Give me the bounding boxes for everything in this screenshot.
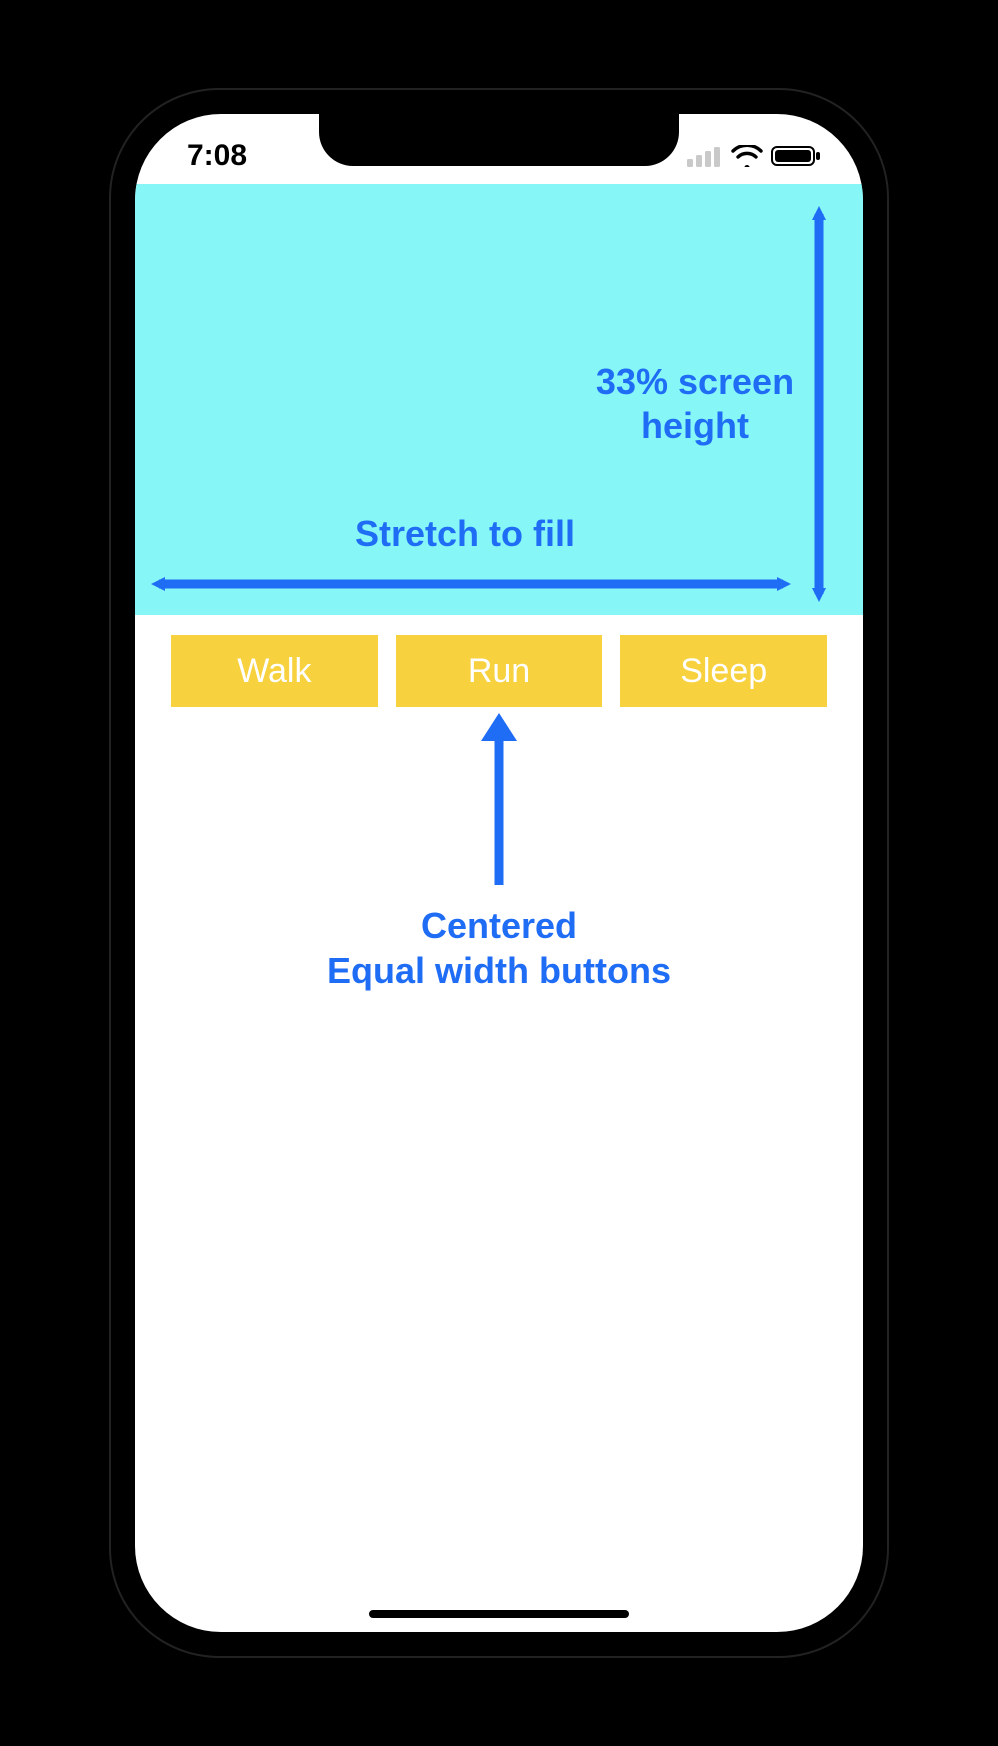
cellular-icon — [687, 145, 723, 167]
notch — [319, 114, 679, 166]
wifi-icon — [731, 145, 763, 167]
button-row: Walk Run Sleep — [135, 615, 863, 707]
header-panel: 33% screen height Stretch to fill — [135, 184, 863, 615]
height-annotation-line2: height — [641, 405, 749, 446]
buttons-annotation: Centered Equal width buttons — [135, 707, 863, 993]
battery-icon — [771, 145, 821, 167]
sleep-button[interactable]: Sleep — [620, 635, 827, 707]
home-indicator — [369, 1610, 629, 1618]
walk-button[interactable]: Walk — [171, 635, 378, 707]
buttons-annotation-line1: Centered — [135, 903, 863, 948]
buttons-annotation-line2: Equal width buttons — [135, 948, 863, 993]
run-button[interactable]: Run — [396, 635, 603, 707]
height-annotation-line1: 33% screen — [596, 361, 794, 402]
status-time: 7:08 — [187, 139, 247, 173]
phone-screen: 7:08 — [135, 114, 863, 1632]
phone-frame: 7:08 — [109, 88, 889, 1658]
width-annotation: Stretch to fill — [355, 513, 575, 554]
